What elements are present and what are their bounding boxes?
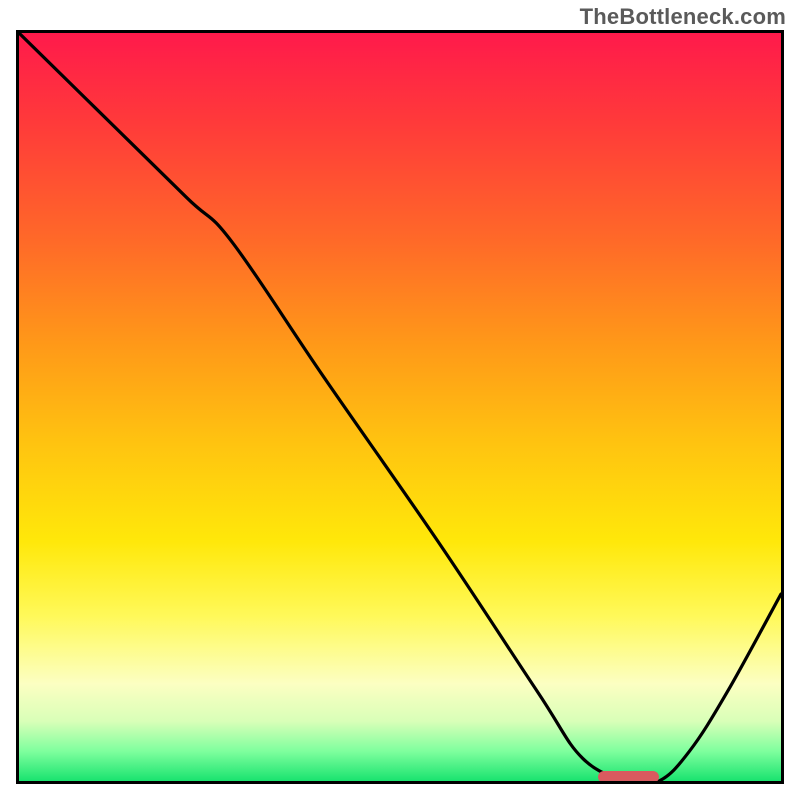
- chart-frame: TheBottleneck.com: [0, 0, 800, 800]
- optimal-range-marker: [598, 771, 659, 783]
- bottleneck-curve: [19, 33, 781, 781]
- watermark-text: TheBottleneck.com: [580, 4, 786, 30]
- plot-area: [16, 30, 784, 784]
